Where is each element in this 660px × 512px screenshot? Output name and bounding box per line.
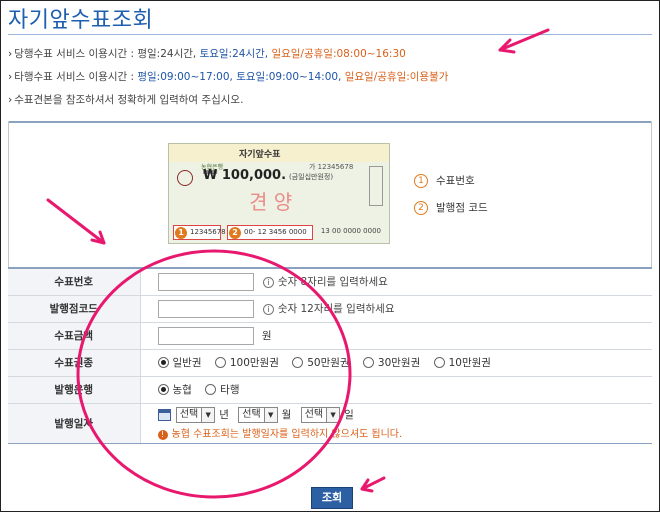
radio-empty-icon [292,357,304,368]
circle-1-icon: 1 [414,174,428,188]
form-right-border [651,121,652,267]
radio-selected-icon [157,384,169,395]
form-row-denomination: 수표권종 일반권 100만원권 50만원권 30만원권 10만원권 [8,348,652,376]
cheque-code-branch: 2 00- 12 3456 0000 [227,225,313,240]
cheque-inquiry-form: 수표번호 i 숫자 8자리를 입력하세요 발행점코드 i 숫자 12자리를 입력하세… [8,267,652,444]
cheque-sample-image: 자기앞수표 농협은행 가 12345678 ₩ 100,000. (금일십만원정… [168,143,390,244]
cheque-code-tail: 13 00 0000 0000 [320,227,381,235]
radio-general[interactable]: 일반권 [157,355,201,370]
year-select[interactable]: 선택 ▼ [175,406,216,423]
label-issuing-bank: 발행은행 [8,375,141,403]
page-title: 자기앞수표조회 [8,8,154,33]
info-icon: i [262,277,274,289]
info-line-other: › 타행수표 서비스 이용시간 : 평일:09:00~17:00, 토요일:09:… [8,71,449,83]
chevron-down-icon: ▼ [326,407,340,422]
seal-icon [177,170,193,186]
cheque-number-input[interactable] [157,272,254,291]
amount-unit: 원 [261,330,272,342]
form-row-issue-date: 발행일자 선택 ▼ 년 선택 ▼ 월 선택 ▼ 일 ! 농협 수표조회는 발행일자를 입력하지… [8,402,653,444]
info-line-guide: › 수표견본을 참조하셔서 정확하게 입력하여 주십시오. [8,94,244,106]
radio-empty-icon [433,357,445,368]
legend-item-cheque-number: 1 수표번호 [414,173,475,188]
radio-empty-icon [214,357,226,368]
bullet-icon: › [8,71,13,83]
radio-empty-icon [205,384,217,395]
label-issue-date: 발행일자 [8,402,141,444]
day-select[interactable]: 선택 ▼ [300,406,341,423]
label-branch-code: 발행점코드 [8,294,141,322]
radio-selected-icon [157,357,169,368]
cheque-code-number: 1 12345678 [173,225,226,240]
cheque-amount: ₩ 100,000. [203,168,287,183]
amount-input[interactable] [157,326,254,345]
warning-icon: ! [157,429,168,440]
branch-code-hint: i 숫자 12자리를 입력하세요 [262,301,394,316]
radio-empty-icon [362,357,374,368]
form-row-issuing-bank: 발행은행 농협 타행 [8,375,652,403]
bullet-icon: › [8,48,13,60]
label-amount: 수표금액 [8,321,141,349]
radio-500k[interactable]: 50만원권 [292,355,350,370]
form-row-cheque-number: 수표번호 i 숫자 8자리를 입력하세요 [8,267,652,295]
cheque-amount-korean: (금일십만원정) [289,173,334,181]
badge-1-icon: 1 [175,227,187,239]
cheque-code-row: 1 12345678 2 00- 12 3456 0000 13 00 0000 0… [171,223,389,243]
legend-item-branch-code: 2 발행점 코드 [414,200,488,215]
chevron-down-icon: ▼ [263,407,277,422]
form-left-border [8,121,9,267]
form-row-branch-code: 발행점코드 i 숫자 12자리를 입력하세요 [8,294,652,322]
bullet-icon: › [8,94,13,106]
cheque-number: 가 12345678 [309,163,354,171]
calendar-icon[interactable] [157,408,171,421]
radio-nonghyup[interactable]: 농협 [157,382,192,397]
cheque-number-hint: i 숫자 8자리를 입력하세요 [262,274,388,289]
info-line-own: › 당행수표 서비스 이용시간 : 평일:24시간, 토요일:24시간, 일요일/… [8,48,406,60]
label-denomination: 수표권종 [8,348,141,376]
branch-code-input[interactable] [157,299,254,318]
form-row-amount: 수표금액 원 [8,321,652,349]
title-divider [8,34,652,35]
radio-other-bank[interactable]: 타행 [205,382,240,397]
chevron-down-icon: ▼ [201,407,215,422]
badge-2-icon: 2 [229,227,241,239]
sample-stamp: 견 양 [249,190,293,214]
radio-300k[interactable]: 30만원권 [362,355,420,370]
month-select[interactable]: 선택 ▼ [238,406,278,423]
cheque-header: 자기앞수표 [239,150,281,160]
issue-date-notice: ! 농협 수표조회는 발행일자를 입력하지 않으셔도 됩니다. [157,425,653,440]
form-top-border [8,121,652,123]
circle-2-icon: 2 [414,201,428,215]
cheque-side-box [369,166,383,206]
search-button[interactable]: 조회 [311,487,353,509]
radio-1m[interactable]: 100만원권 [214,355,279,370]
radio-100k[interactable]: 10만원권 [433,355,491,370]
info-icon: i [262,304,274,315]
label-cheque-number: 수표번호 [8,267,141,295]
